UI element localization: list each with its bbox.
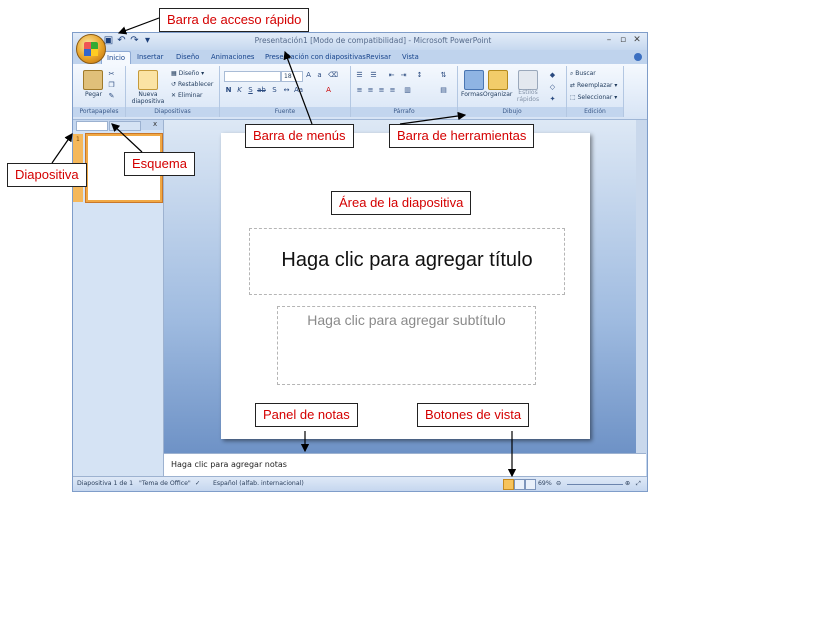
arrow-slide-pane bbox=[51, 133, 73, 164]
arrow-quick-access bbox=[117, 17, 160, 35]
arrow-toolbar bbox=[399, 111, 467, 125]
arrow-outline bbox=[111, 123, 143, 153]
callout-arrows bbox=[51, 17, 517, 478]
arrow-menu-bar bbox=[283, 50, 313, 125]
